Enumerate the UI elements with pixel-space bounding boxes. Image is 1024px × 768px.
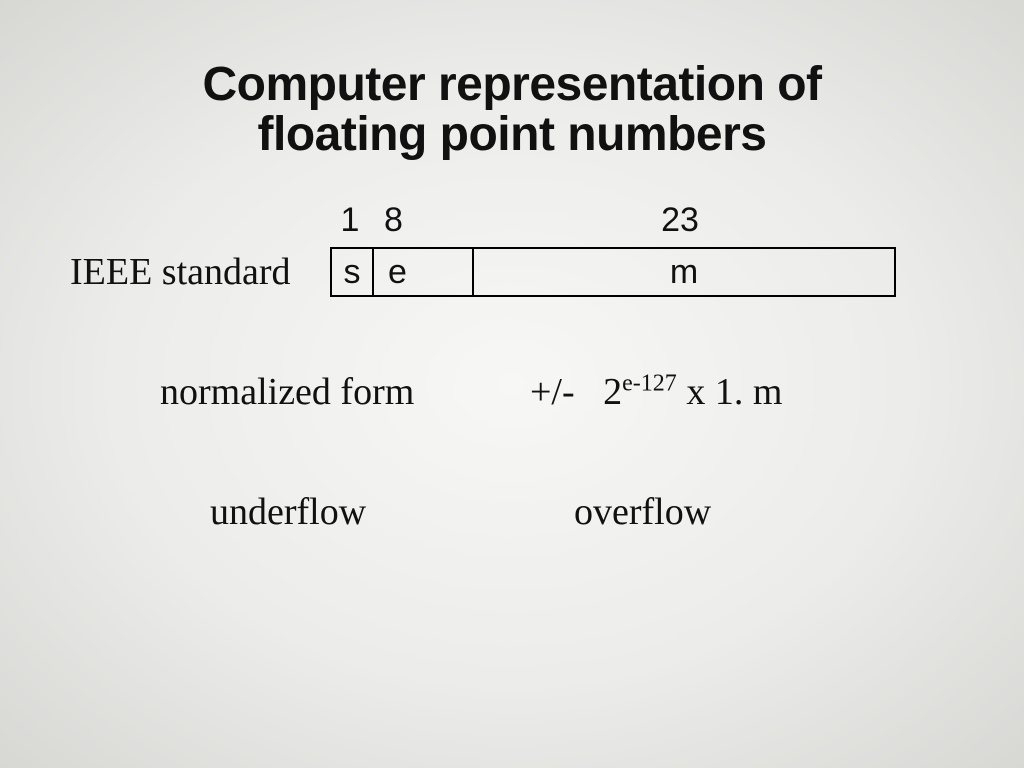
slide: Computer representation of floating poin…: [0, 0, 1024, 768]
slide-title: Computer representation of floating poin…: [0, 60, 1024, 161]
formula-exponent: e-127: [622, 370, 677, 396]
formula-base: 2: [603, 371, 622, 413]
formula-tail: x 1. m: [677, 371, 783, 413]
bit-width-mantissa: 23: [470, 201, 890, 240]
title-line-2: floating point numbers: [258, 108, 767, 161]
title-line-1: Computer representation of: [202, 58, 821, 111]
bit-width-sign: 1: [330, 201, 370, 240]
normalized-form-formula: +/- 2e-127 x 1. m: [530, 370, 782, 414]
ieee-standard-label: IEEE standard: [70, 250, 291, 294]
field-sign: s: [332, 249, 374, 295]
formula-sign: +/-: [530, 371, 575, 413]
bit-layout-box: s e m: [330, 247, 896, 297]
overflow-label: overflow: [574, 490, 711, 534]
field-mantissa: m: [474, 249, 894, 295]
underflow-label: underflow: [210, 490, 366, 534]
field-exponent: e: [374, 249, 474, 295]
normalized-form-label: normalized form: [160, 370, 414, 414]
bit-width-row: 1 8 23: [330, 201, 890, 240]
bit-width-exponent: 8: [370, 201, 470, 240]
